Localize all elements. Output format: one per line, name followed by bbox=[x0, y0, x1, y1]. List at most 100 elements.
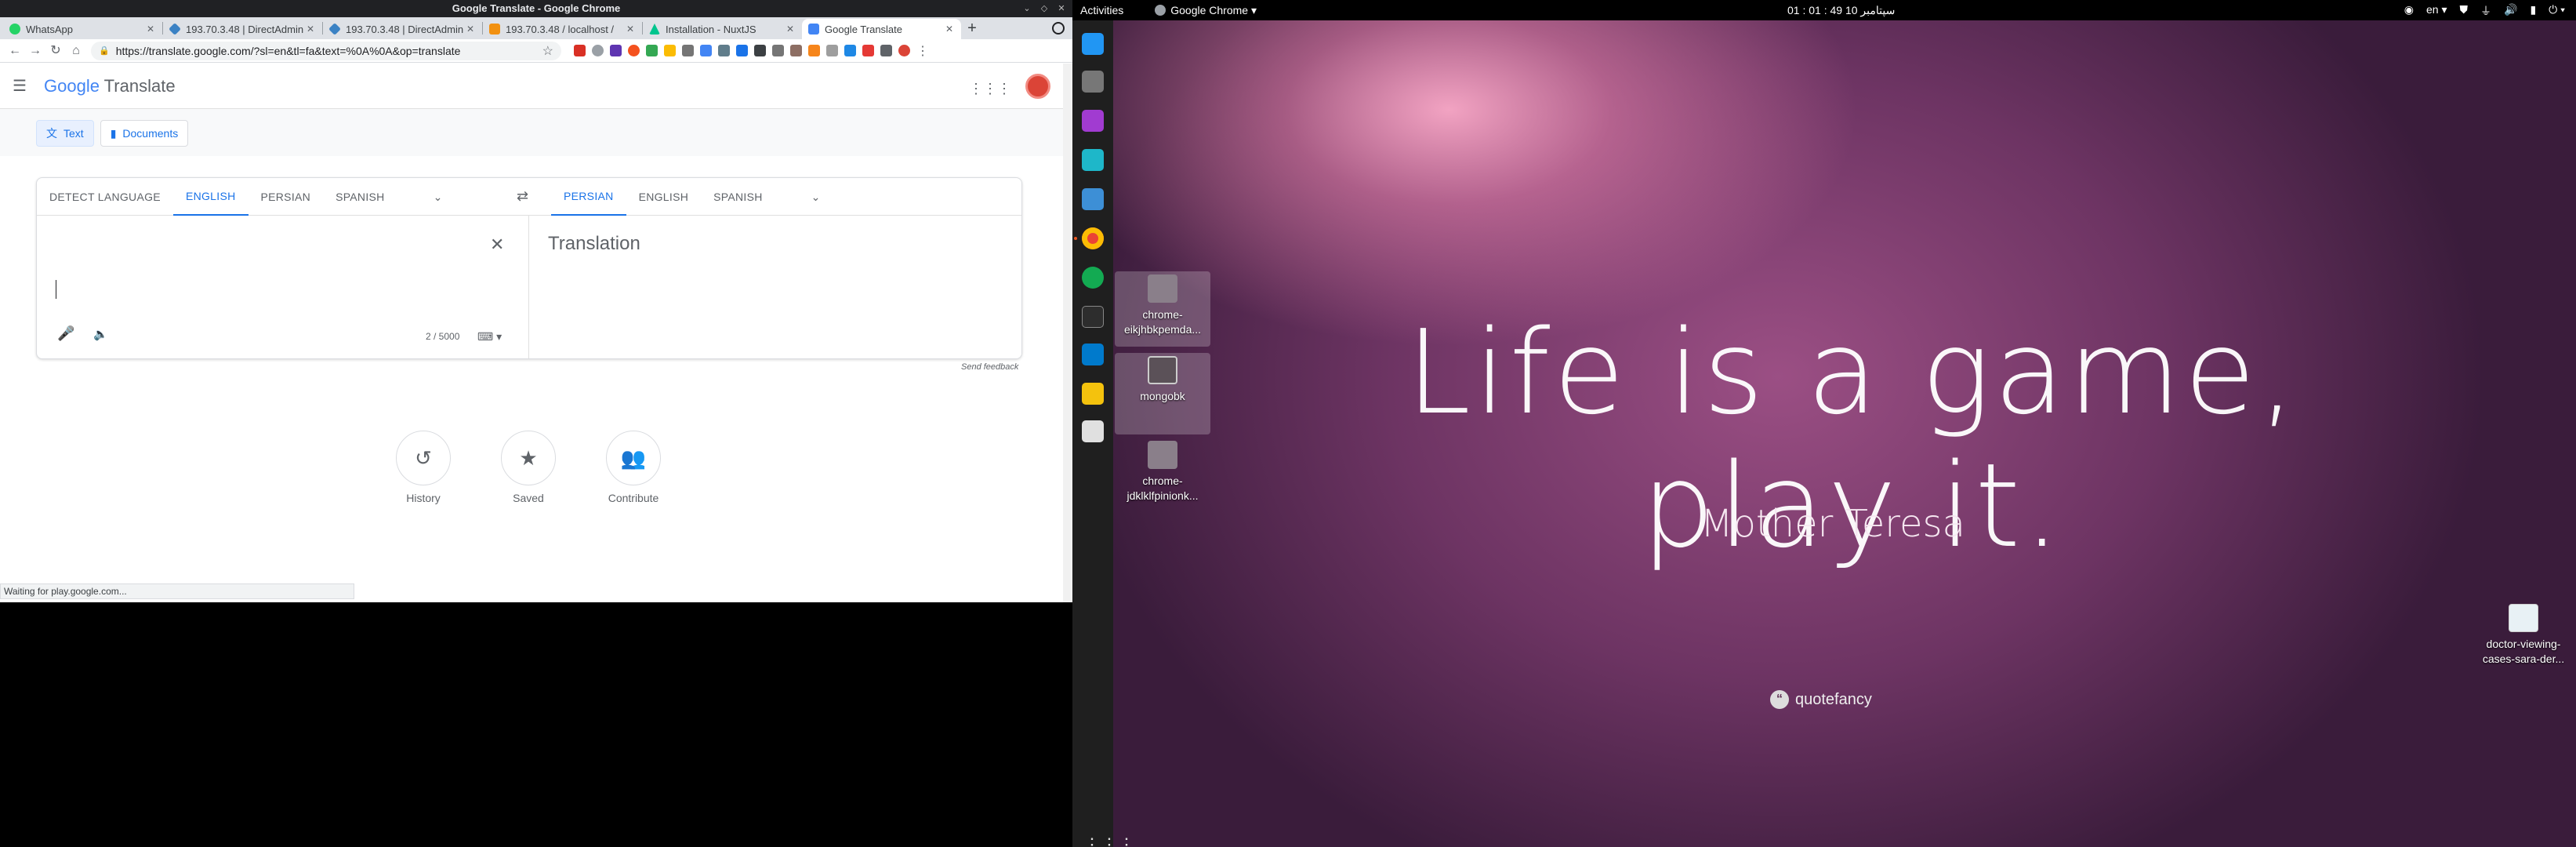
chrome-app-file-icon bbox=[1148, 441, 1177, 469]
lang-target-spanish[interactable]: SPANISH bbox=[701, 178, 775, 216]
extension-icon[interactable] bbox=[826, 45, 838, 56]
source-more-languages-icon[interactable]: ⌄ bbox=[426, 178, 451, 216]
desktop-icon-doctor-image[interactable]: doctor-viewing-cases-sara-der... bbox=[2476, 601, 2571, 676]
puzzle-extensions-icon[interactable] bbox=[880, 45, 892, 56]
chrome-menu-icon[interactable]: ⋮ bbox=[916, 43, 929, 59]
bookmark-star-icon[interactable]: ☆ bbox=[542, 43, 553, 59]
listen-speaker-icon[interactable]: 🔈 bbox=[93, 327, 108, 341]
extension-icon[interactable] bbox=[772, 45, 784, 56]
send-feedback-link[interactable]: Send feedback bbox=[961, 362, 1018, 372]
extension-icon[interactable] bbox=[754, 45, 766, 56]
clear-source-icon[interactable]: ✕ bbox=[490, 234, 504, 255]
text-editor-icon[interactable] bbox=[1082, 383, 1104, 405]
lang-source-persian[interactable]: PERSIAN bbox=[249, 178, 324, 216]
extension-icon[interactable] bbox=[664, 45, 676, 56]
extension-icon[interactable] bbox=[610, 45, 622, 56]
minimize-icon[interactable]: ⌄ bbox=[1019, 0, 1035, 17]
tab-phpmyadmin[interactable]: 193.70.3.48 / localhost / ✕ bbox=[483, 19, 642, 39]
extension-icon[interactable] bbox=[628, 45, 640, 56]
tab-whatsapp[interactable]: WhatsApp ✕ bbox=[3, 19, 162, 39]
lang-source-spanish[interactable]: SPANISH bbox=[323, 178, 397, 216]
vscode-icon[interactable] bbox=[1082, 344, 1104, 365]
tab-label: 193.70.3.48 | DirectAdmin bbox=[346, 23, 464, 35]
home-icon[interactable]: ⌂ bbox=[66, 41, 86, 61]
tab-directadmin-1[interactable]: 193.70.3.48 | DirectAdmin ✕ bbox=[163, 19, 322, 39]
hamburger-menu-icon[interactable]: ☰ bbox=[13, 76, 31, 96]
documents-mode-button[interactable]: ▮ Documents bbox=[100, 120, 189, 147]
swap-languages-icon[interactable]: ⇄ bbox=[517, 188, 528, 205]
extension-icon[interactable] bbox=[682, 45, 694, 56]
volume-icon[interactable]: 🔊 bbox=[2504, 3, 2517, 19]
chrome-tray-icon[interactable]: ◉ bbox=[2404, 3, 2414, 19]
back-icon[interactable]: ← bbox=[5, 41, 25, 61]
address-bar[interactable]: 🔒 https://translate.google.com/?sl=en&tl… bbox=[91, 41, 561, 60]
desktop-icon-chrome-app-2[interactable]: chrome-jdklklfpinionk... bbox=[1115, 438, 1210, 513]
show-applications-icon[interactable]: ⋮⋮⋮ bbox=[1083, 834, 1135, 847]
google-translate-logo[interactable]: Google Translate bbox=[44, 76, 176, 96]
target-more-languages-icon[interactable]: ⌄ bbox=[804, 178, 829, 216]
tab-search-icon[interactable] bbox=[1052, 22, 1065, 35]
contribute-shortcut[interactable]: 👥 Contribute bbox=[602, 431, 665, 504]
history-shortcut[interactable]: ↺ History bbox=[392, 431, 455, 504]
network-icon[interactable]: ⏚ bbox=[2480, 3, 2491, 19]
lang-target-english[interactable]: ENGLISH bbox=[626, 178, 702, 216]
desktop-icon-mongobk[interactable]: mongobk bbox=[1115, 353, 1210, 434]
extension-icon[interactable] bbox=[646, 45, 658, 56]
extension-icon[interactable] bbox=[736, 45, 748, 56]
lang-target-persian[interactable]: PERSIAN bbox=[551, 178, 626, 216]
extension-icon[interactable] bbox=[790, 45, 802, 56]
microphone-icon[interactable]: 🎤 bbox=[57, 325, 74, 342]
tab-close-icon[interactable]: ✕ bbox=[465, 24, 476, 35]
extension-icon[interactable] bbox=[700, 45, 712, 56]
chrome-dock-icon[interactable] bbox=[1082, 227, 1104, 249]
file-manager-icon[interactable] bbox=[1082, 188, 1104, 210]
tab-close-icon[interactable]: ✕ bbox=[305, 24, 316, 35]
language-indicator[interactable]: en ▾ bbox=[2426, 3, 2447, 19]
saved-shortcut[interactable]: ★ Saved bbox=[497, 431, 560, 504]
keyboard-icon[interactable]: ⌨ ▾ bbox=[477, 330, 502, 344]
reload-icon[interactable]: ↻ bbox=[45, 41, 66, 61]
phpstorm-icon[interactable] bbox=[1082, 110, 1104, 132]
tab-nuxtjs[interactable]: Installation - NuxtJS ✕ bbox=[643, 19, 802, 39]
tab-directadmin-2[interactable]: 193.70.3.48 | DirectAdmin ✕ bbox=[323, 19, 482, 39]
tab-google-translate[interactable]: Google Translate ✕ bbox=[802, 19, 961, 39]
maximize-icon[interactable]: ◇ bbox=[1036, 0, 1052, 17]
files-app-icon[interactable] bbox=[1082, 33, 1104, 55]
clock[interactable]: 01 : 01 : 49 10 سپتامبر bbox=[1787, 4, 1895, 17]
status-bubble: Waiting for play.google.com... bbox=[0, 583, 354, 599]
tab-close-icon[interactable]: ✕ bbox=[145, 24, 156, 35]
page-scrollbar[interactable] bbox=[1063, 64, 1072, 602]
tab-close-icon[interactable]: ✕ bbox=[785, 24, 796, 35]
battery-icon[interactable]: ▮ bbox=[2530, 3, 2536, 19]
extension-icon[interactable] bbox=[808, 45, 820, 56]
window-title-bar[interactable]: Google Translate - Google Chrome ⌄ ◇ ✕ bbox=[0, 0, 1072, 17]
profile-avatar-icon[interactable] bbox=[898, 45, 910, 56]
desktop-icon-chrome-app-1[interactable]: chrome-eikjhbkpemda... bbox=[1115, 271, 1210, 347]
activities-button[interactable]: Activities bbox=[1080, 4, 1123, 16]
account-avatar[interactable] bbox=[1025, 74, 1050, 99]
google-apps-icon[interactable]: ⋮⋮⋮ bbox=[969, 81, 1011, 97]
forward-icon[interactable]: → bbox=[25, 41, 45, 61]
webstorm-icon[interactable] bbox=[1082, 149, 1104, 171]
extension-icon[interactable] bbox=[718, 45, 730, 56]
extension-icon[interactable] bbox=[862, 45, 874, 56]
lang-source-english[interactable]: ENGLISH bbox=[172, 178, 249, 216]
extension-icon[interactable] bbox=[844, 45, 856, 56]
removable-drive-icon[interactable] bbox=[1082, 420, 1104, 442]
app-menu[interactable]: Google Chrome ▾ bbox=[1155, 4, 1257, 17]
text-mode-button[interactable]: 文 Text bbox=[36, 120, 94, 147]
tab-close-icon[interactable]: ✕ bbox=[944, 24, 955, 35]
extension-icon[interactable] bbox=[592, 45, 604, 56]
new-tab-button[interactable]: + bbox=[961, 19, 983, 39]
tab-close-icon[interactable]: ✕ bbox=[625, 24, 636, 35]
close-window-icon[interactable]: ✕ bbox=[1054, 0, 1069, 17]
document-viewer-icon[interactable] bbox=[1082, 71, 1104, 93]
lang-detect[interactable]: DETECT LANGUAGE bbox=[37, 178, 173, 216]
shield-icon[interactable]: ⛊ bbox=[2460, 3, 2469, 19]
terminal-icon[interactable] bbox=[1082, 306, 1104, 328]
extension-icon[interactable] bbox=[574, 45, 586, 56]
power-icon[interactable]: ⏻ ▾ bbox=[2549, 3, 2565, 19]
source-text-input[interactable] bbox=[56, 239, 479, 333]
lock-icon[interactable]: 🔒 bbox=[99, 45, 110, 56]
mongodb-compass-icon[interactable] bbox=[1082, 267, 1104, 289]
